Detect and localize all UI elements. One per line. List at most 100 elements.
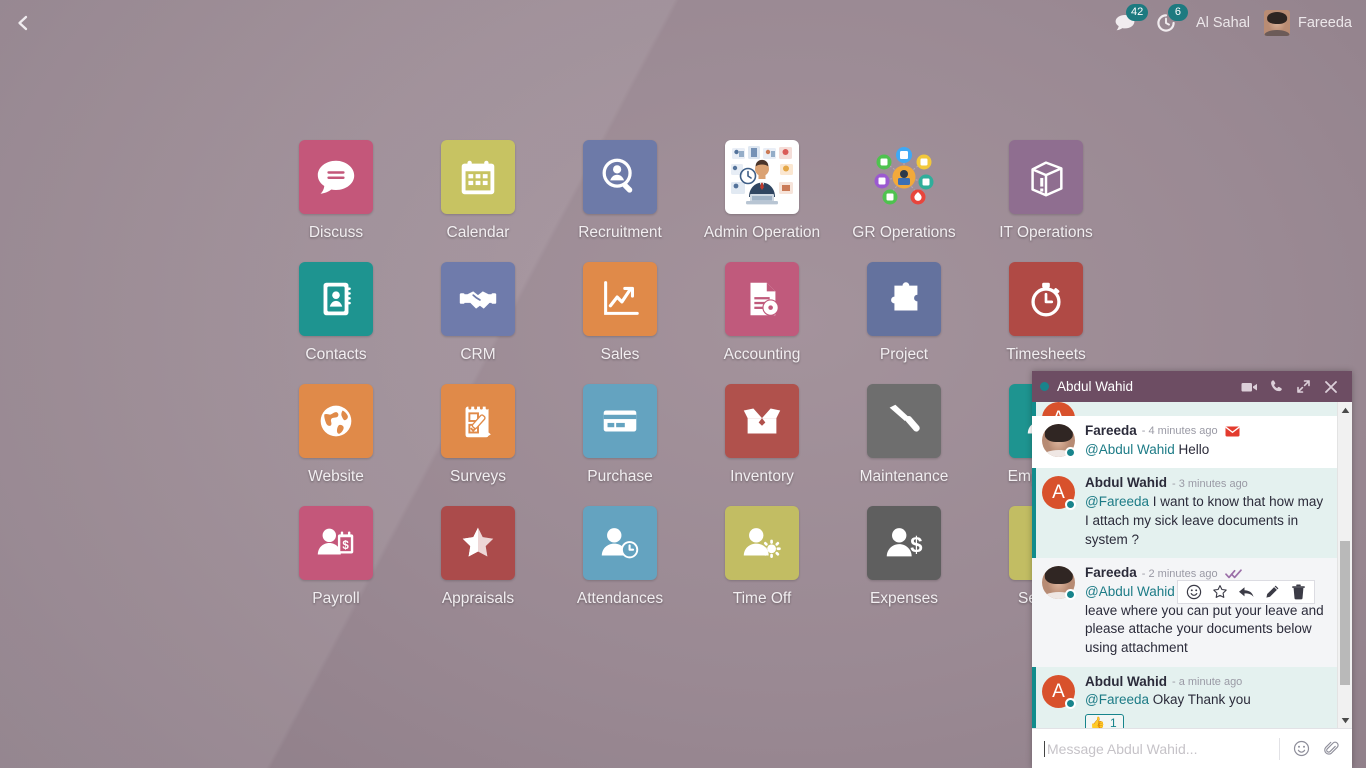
app-sales[interactable]: Sales: [549, 262, 691, 384]
reply-icon[interactable]: [1234, 581, 1258, 603]
back-button[interactable]: [0, 0, 46, 46]
app-purchase[interactable]: Purchase: [549, 384, 691, 506]
maintenance-icon: [881, 398, 927, 444]
app-expenses[interactable]: $ Expenses: [833, 506, 975, 628]
app-website[interactable]: Website: [265, 384, 407, 506]
time-off-icon: [739, 520, 785, 566]
message-list: A Fareeda - 4 minutes ago: [1032, 402, 1337, 728]
add-reaction-icon[interactable]: [1182, 581, 1206, 603]
app-grid: Discuss Calendar Recruitment Admin Opera…: [265, 140, 1145, 628]
phone-icon[interactable]: [1263, 371, 1290, 402]
app-gr-operations[interactable]: GR Operations: [833, 140, 975, 262]
app-it-operations[interactable]: IT Operations: [975, 140, 1117, 262]
message-row[interactable]: Fareeda - 4 minutes ago @Abdul Wahid Hel…: [1032, 416, 1337, 469]
top-navbar: 42 6 Al Sahal Fareeda: [0, 0, 1366, 46]
reaction-badge[interactable]: 👍 1: [1085, 714, 1124, 728]
admin-operation-icon: [727, 142, 797, 212]
delete-trash-icon[interactable]: [1286, 581, 1310, 603]
app-inventory[interactable]: Inventory: [691, 384, 833, 506]
app-surveys[interactable]: Surveys: [407, 384, 549, 506]
chat-body: A Fareeda - 4 minutes ago: [1032, 402, 1352, 728]
app-discuss[interactable]: Discuss: [265, 140, 407, 262]
chevron-left-icon: [13, 13, 33, 33]
close-icon[interactable]: [1317, 371, 1344, 402]
user-name: Fareeda: [1297, 15, 1352, 31]
payroll-icon: $: [313, 520, 359, 566]
emoji-icon[interactable]: [1286, 734, 1316, 764]
message-row[interactable]: A Abdul Wahid - a minute ago @Fareeda Ok…: [1032, 666, 1337, 728]
app-label: Discuss: [308, 224, 364, 241]
surveys-icon: [455, 398, 501, 444]
chat-window-header[interactable]: Abdul Wahid: [1032, 371, 1352, 402]
mention[interactable]: @Fareeda: [1085, 692, 1149, 707]
message-row[interactable]: A Abdul Wahid - 3 minutes ago @Fareeda I…: [1032, 468, 1337, 559]
purchase-icon: [597, 398, 643, 444]
app-label: Time Off: [732, 590, 792, 607]
app-label: Expenses: [869, 590, 939, 607]
avatar: A: [1042, 402, 1075, 416]
paperclip-icon[interactable]: [1316, 734, 1346, 764]
expand-icon[interactable]: [1290, 371, 1317, 402]
svg-text:$: $: [342, 540, 349, 552]
avatar: [1042, 566, 1076, 601]
company-switcher[interactable]: Al Sahal: [1186, 0, 1264, 46]
app-appraisals[interactable]: Appraisals: [407, 506, 549, 628]
app-project[interactable]: Project: [833, 262, 975, 384]
user-menu[interactable]: Fareeda: [1263, 10, 1366, 36]
message-actions-toolbar: [1177, 580, 1315, 604]
scrollbar-thumb[interactable]: [1340, 541, 1350, 685]
app-label: Admin Operation: [703, 224, 821, 241]
app-label: Payroll: [312, 590, 360, 607]
message-text: @Fareeda Okay Thank you: [1085, 692, 1251, 708]
app-accounting[interactable]: Accounting: [691, 262, 833, 384]
mention[interactable]: @Abdul Wahid: [1085, 442, 1175, 457]
message-timestamp: - 3 minutes ago: [1171, 477, 1248, 490]
project-icon: [881, 276, 927, 322]
app-label: Maintenance: [859, 468, 949, 485]
app-label: Sales: [600, 346, 640, 363]
edit-pencil-icon[interactable]: [1260, 581, 1284, 603]
mark-todo-star-icon[interactable]: [1208, 581, 1232, 603]
app-label: Surveys: [450, 468, 506, 485]
reaction-count: 1: [1109, 716, 1117, 728]
message-input[interactable]: [1044, 740, 1273, 757]
it-operations-icon: [1023, 154, 1069, 200]
app-crm[interactable]: CRM: [407, 262, 549, 384]
scroll-up-arrow-icon[interactable]: [1338, 402, 1352, 418]
appraisals-icon: [455, 520, 501, 566]
activities-menu-button[interactable]: 6: [1146, 0, 1188, 46]
message-timestamp: - 4 minutes ago: [1141, 425, 1218, 438]
comment-icon: 42: [1114, 4, 1149, 33]
mention[interactable]: @Fareeda: [1085, 494, 1149, 509]
chat-scrollbar[interactable]: [1337, 402, 1352, 728]
app-maintenance[interactable]: Maintenance: [833, 384, 975, 506]
mention[interactable]: @Abdul Wahid: [1085, 584, 1175, 599]
messages-menu-button[interactable]: 42: [1104, 0, 1149, 46]
inventory-icon: [739, 398, 785, 444]
message-timestamp: - a minute ago: [1171, 675, 1243, 688]
video-camera-icon[interactable]: [1236, 371, 1263, 402]
timesheets-icon: [1023, 276, 1069, 322]
message-row[interactable]: Fareeda - 2 minutes ago @Abdul Wahid You…: [1032, 558, 1337, 667]
avatar: A: [1042, 674, 1076, 709]
gr-operations-icon: [867, 140, 941, 214]
app-recruitment[interactable]: Recruitment: [549, 140, 691, 262]
chat-composer: [1032, 728, 1352, 768]
app-admin-operation[interactable]: Admin Operation: [691, 140, 833, 262]
app-calendar[interactable]: Calendar: [407, 140, 549, 262]
chat-title: Abdul Wahid: [1057, 379, 1134, 394]
thumbs-up-icon: 👍: [1090, 716, 1105, 728]
message-author: Fareeda: [1085, 565, 1137, 581]
app-payroll[interactable]: $ Payroll: [265, 506, 407, 628]
message-partial: A: [1032, 402, 1337, 416]
crm-icon: [455, 276, 501, 322]
app-contacts[interactable]: Contacts: [265, 262, 407, 384]
app-label: CRM: [460, 346, 496, 363]
accounting-icon: [739, 276, 785, 322]
app-attendances[interactable]: Attendances: [549, 506, 691, 628]
app-label: IT Operations: [999, 224, 1093, 241]
scroll-down-arrow-icon[interactable]: [1338, 712, 1352, 728]
app-label: Purchase: [587, 468, 653, 485]
app-timesheets[interactable]: Timesheets: [975, 262, 1117, 384]
app-time-off[interactable]: Time Off: [691, 506, 833, 628]
